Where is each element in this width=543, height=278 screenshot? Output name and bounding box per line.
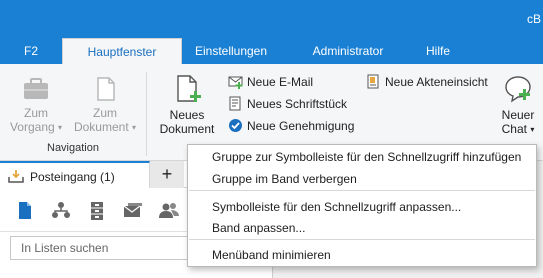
chevron-down-icon: ▾ — [132, 123, 137, 132]
ribbon-tab-bar: F2 Hauptfenster Einstellungen Administra… — [0, 38, 543, 64]
neue-akteneinsicht-label: Neue Akteneinsicht — [385, 75, 488, 89]
org-chart-icon[interactable] — [50, 200, 72, 222]
tab-administrator[interactable]: Administrator — [298, 38, 398, 64]
zum-vorgang-button[interactable]: Zum Vorgang ▾ — [8, 76, 64, 135]
menu-item-customize-quick-access[interactable]: Symbolleiste für den Schnellzugriff anpa… — [212, 200, 461, 214]
menu-item-hide-group[interactable]: Gruppe im Band verbergen — [212, 172, 357, 186]
neue-email-button[interactable]: Neue E-Mail — [228, 73, 313, 91]
neue-email-label: Neue E-Mail — [247, 75, 314, 89]
chevron-down-icon: ▾ — [530, 125, 535, 134]
letter-icon — [229, 96, 241, 111]
add-tab-button[interactable]: + — [150, 161, 184, 188]
group-separator — [146, 72, 147, 156]
zum-dokument-label-2: Dokument — [73, 120, 129, 134]
tab-posteingang[interactable]: Posteingang (1) — [0, 161, 150, 188]
posteingang-label: Posteingang (1) — [30, 170, 115, 184]
neues-schriftstueck-button[interactable]: Neues Schriftstück — [228, 95, 347, 113]
email-icon — [228, 76, 243, 89]
tab-f2[interactable]: F2 — [16, 38, 46, 64]
briefcase-icon — [24, 78, 48, 99]
document-icon — [97, 77, 115, 101]
file-cabinet-icon[interactable] — [86, 200, 108, 222]
approval-check-icon — [229, 119, 242, 132]
neue-genehmigung-label: Neue Genehmigung — [247, 119, 355, 133]
neues-dokument-button[interactable]: Neues Dokument — [154, 74, 220, 136]
title-bar: cB — [0, 0, 543, 38]
group-label-navigation: Navigation — [47, 142, 99, 154]
menu-separator — [189, 190, 535, 191]
tab-hilfe[interactable]: Hilfe — [418, 38, 458, 64]
neuer-chat-label-1: Neuer — [501, 108, 535, 122]
tab-einstellungen[interactable]: Einstellungen — [187, 38, 275, 64]
neuer-chat-label-2: Chat — [501, 122, 527, 136]
chevron-down-icon: ▾ — [58, 123, 63, 132]
neuer-chat-button[interactable]: Neuer Chat ▾ — [496, 74, 540, 137]
envelopes-icon[interactable] — [122, 200, 144, 222]
file-view-icon — [367, 74, 379, 89]
menu-item-customize-ribbon[interactable]: Band anpassen... — [212, 221, 305, 235]
menu-item-minimize-ribbon[interactable]: Menüband minimieren — [212, 248, 331, 262]
chat-icon — [505, 76, 531, 103]
neues-dokument-label-2: Dokument — [159, 122, 215, 136]
zum-vorgang-label-2: Vorgang — [9, 120, 55, 134]
menu-item-add-group-to-quick-access[interactable]: Gruppe zur Symbolleiste für den Schnellz… — [212, 150, 521, 164]
menu-separator — [189, 239, 535, 240]
zum-vorgang-label-1: Zum — [24, 106, 48, 120]
tab-hauptfenster[interactable]: Hauptfenster — [62, 38, 182, 64]
ribbon-context-menu: Gruppe zur Symbolleiste für den Schnellz… — [187, 144, 537, 267]
contacts-icon[interactable] — [158, 200, 180, 222]
neue-akteneinsicht-button[interactable]: Neue Akteneinsicht — [366, 73, 488, 91]
document-list-icon[interactable] — [14, 200, 36, 222]
app-title: cB — [526, 12, 541, 26]
inbox-icon — [8, 170, 24, 183]
neues-schriftstueck-label: Neues Schriftstück — [247, 97, 348, 111]
neue-genehmigung-button[interactable]: Neue Genehmigung — [228, 117, 354, 135]
zum-dokument-label-1: Zum — [93, 106, 117, 120]
neues-dokument-label-1: Neues — [169, 108, 205, 122]
new-document-icon — [177, 75, 201, 102]
zum-dokument-button[interactable]: Zum Dokument ▾ — [72, 76, 138, 135]
